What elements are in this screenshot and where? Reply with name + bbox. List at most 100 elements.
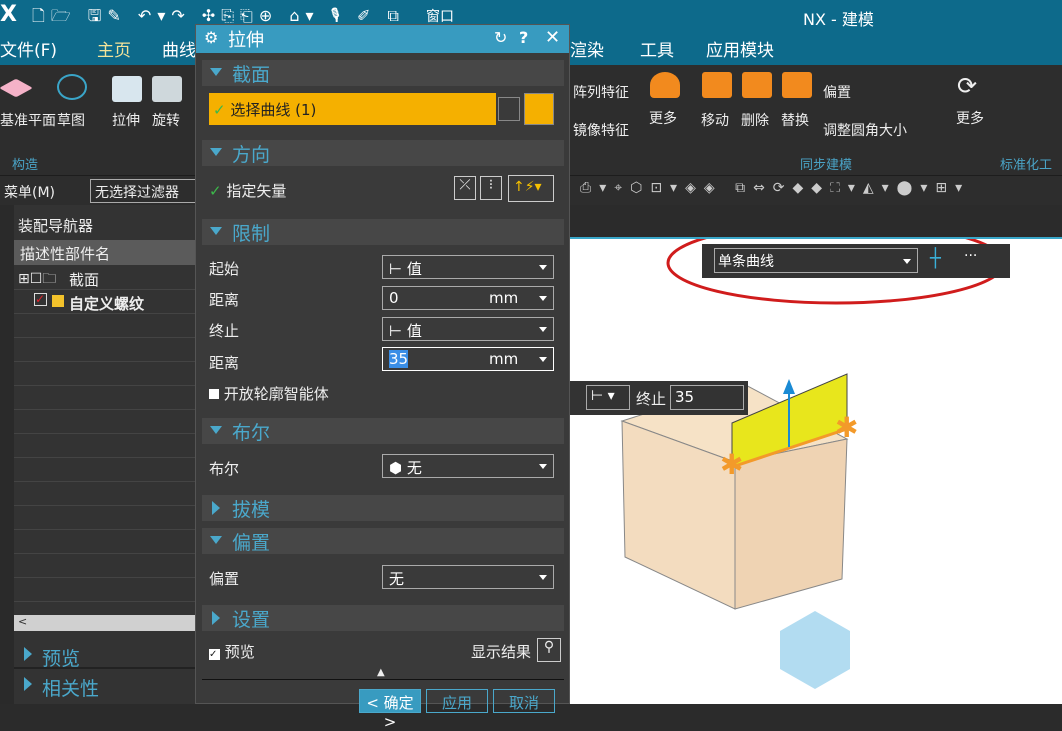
tree-item[interactable]: ⊞☐🗀 截面 <box>14 266 195 290</box>
end-type-dropdown[interactable]: ⊢ 值 <box>382 317 554 341</box>
window-title: NX - 建模 <box>803 10 874 29</box>
ribbon-move[interactable]: 移动 <box>701 110 729 130</box>
more-options-icon[interactable]: ··· <box>964 248 977 264</box>
menu-app-modules[interactable]: 应用模块 <box>706 36 774 61</box>
open-profile-checkbox[interactable]: 开放轮廓智能体 <box>209 383 329 404</box>
curve-icon[interactable] <box>524 93 554 125</box>
ribbon-offset[interactable]: 偏置 <box>823 82 851 102</box>
ribbon-more-1[interactable]: 更多 <box>649 108 677 128</box>
ribbon-pattern-feature[interactable]: 阵列特征 <box>573 82 629 102</box>
ribbon-sketch[interactable]: 草图 <box>57 110 85 130</box>
part-icon <box>52 295 64 307</box>
section-header-draft[interactable]: 拔模 <box>202 495 564 521</box>
nav-title: 装配导航器 <box>18 217 94 235</box>
curve-rule-bar: 单条曲线 ┼ ··· <box>702 244 1010 278</box>
tree-item-label: 自定义螺纹 <box>69 295 145 313</box>
panel-dependencies[interactable]: 相关性 <box>14 671 195 700</box>
group-std-label: 标准化工 <box>1000 158 1053 173</box>
end-label: 终止 <box>209 322 240 340</box>
help-icon[interactable]: ? <box>519 28 528 47</box>
tree-item-label: 截面 <box>69 271 100 289</box>
extrude-dialog: ⚙ 拉伸 ↻ ? ✕ 截面 ✓ 选择曲线 (1) 方向 ✓ 指定矢量 ⤫ ⁝ ↑… <box>195 24 570 731</box>
window-menu[interactable]: 窗口 <box>426 6 454 26</box>
section-header-boolean[interactable]: 布尔 <box>202 418 564 444</box>
move-face-icon <box>702 72 732 98</box>
limit-type-dropdown[interactable]: ⊢ ▾ <box>586 385 630 410</box>
panel-preview[interactable]: 预览 <box>14 641 195 670</box>
menu-home[interactable]: 主页 <box>95 36 133 67</box>
delete-face-icon <box>742 72 772 98</box>
ribbon-resize-blend[interactable]: 调整圆角大小 <box>823 120 907 140</box>
menu-render[interactable]: 渲染 <box>570 36 604 61</box>
ribbon-datum-plane[interactable]: 基准平面 <box>0 110 56 130</box>
box-right-face <box>734 438 848 610</box>
horizontal-scrollbar[interactable]: < <box>14 615 195 631</box>
expand-folder-icon[interactable]: ⊞☐🗀 <box>18 268 56 292</box>
more-features-icon <box>650 72 680 98</box>
start-type-dropdown[interactable]: ⊢ 值 <box>382 255 554 279</box>
endpoint-marker: ✱ <box>720 448 743 481</box>
collapse-arrow-icon[interactable]: ▲ <box>377 667 385 678</box>
boolean-dropdown[interactable]: ⬢ 无 <box>382 454 554 478</box>
tree-item[interactable]: ✓ 自定义螺纹 <box>14 290 195 314</box>
start-distance-input[interactable]: 0 mm <box>382 286 554 310</box>
column-header[interactable]: 描述性部件名 <box>14 240 195 265</box>
endpoint-marker: ✱ <box>835 411 858 444</box>
preview-checkbox[interactable]: ✓ 预览 <box>209 641 255 662</box>
graphics-viewport[interactable]: ✱ ✱ 单条曲线 ┼ ··· ⊢ ▾ 终止 35 <box>570 237 1062 704</box>
section-header-offset[interactable]: 偏置 <box>202 528 564 554</box>
gear-icon[interactable]: ⚙ <box>204 28 218 47</box>
checkbox-checked-icon[interactable]: ✓ <box>34 293 47 306</box>
section-header-section[interactable]: 截面 <box>202 60 564 86</box>
view-tool-icons[interactable]: ⎙▾⌖⬡⊡▾◈◈ ⧉⇔⟳◆◆⛶▾◭▾⬤▾⊞▾ <box>580 180 970 196</box>
dialog-title: 拉伸 <box>228 30 264 51</box>
vector-type-dropdown[interactable]: ↑⚡▾ <box>508 175 554 202</box>
ribbon-extrude[interactable]: 拉伸 <box>112 110 140 130</box>
extrude-icon <box>112 76 142 102</box>
end-distance-input[interactable]: 35 mm <box>382 347 554 371</box>
selection-filter[interactable]: 无选择过滤器 <box>90 179 200 203</box>
menu-file[interactable]: 文件(F) <box>0 36 57 61</box>
curve-rule-dropdown[interactable]: 单条曲线 <box>714 248 918 273</box>
select-curve-row[interactable]: ✓ 选择曲线 (1) <box>209 93 496 125</box>
refresh-icon: ⟳ <box>957 72 978 100</box>
vector-dialog-icon[interactable]: ⁝ <box>480 176 502 200</box>
replace-face-icon <box>782 72 812 98</box>
menu-button[interactable]: 菜单(M) <box>4 182 55 202</box>
assembly-navigator: 装配导航器 描述性部件名 ⊞☐🗀 截面 ✓ 自定义螺纹 < 预览 相关性 <box>14 205 195 704</box>
dialog-title-bar[interactable]: ⚙ 拉伸 ↻ ? ✕ <box>196 25 569 53</box>
menu-tools[interactable]: 工具 <box>640 36 674 61</box>
ribbon-delete[interactable]: 删除 <box>741 110 769 130</box>
end-label: 终止 <box>636 390 667 408</box>
cancel-button[interactable]: 取消 <box>493 689 555 713</box>
end-distance-label: 距离 <box>209 354 240 372</box>
offset-dropdown[interactable]: 无 <box>382 565 554 589</box>
reverse-direction-icon[interactable]: ⤫ <box>454 176 476 200</box>
intersection-icon[interactable]: ┼ <box>930 248 941 269</box>
start-label: 起始 <box>209 260 240 278</box>
close-icon[interactable]: ✕ <box>545 27 560 48</box>
group-construct-label: 构造 <box>12 158 39 173</box>
ribbon-more-2[interactable]: 更多 <box>956 108 984 128</box>
section-header-direction[interactable]: 方向 <box>202 140 564 166</box>
sketch-section-icon[interactable] <box>498 97 520 121</box>
offset-label: 偏置 <box>209 570 240 588</box>
ribbon-mirror-feature[interactable]: 镜像特征 <box>573 120 629 140</box>
end-value-input[interactable]: 35 <box>670 385 744 410</box>
specify-vector-label[interactable]: ✓ 指定矢量 <box>209 180 286 201</box>
resource-bar[interactable] <box>0 205 14 704</box>
reset-icon[interactable]: ↻ <box>494 28 507 47</box>
group-sync-label: 同步建模 <box>800 158 853 173</box>
section-header-limits[interactable]: 限制 <box>202 219 564 245</box>
view-cube-icon <box>780 611 850 689</box>
ribbon-revolve[interactable]: 旋转 <box>152 110 180 130</box>
vector-arrowhead <box>783 379 795 394</box>
ok-button[interactable]: < 确定 > <box>359 689 421 731</box>
onscreen-input-bar: ⊢ ▾ 终止 35 <box>570 381 748 415</box>
show-result-label: 显示结果 <box>471 643 532 661</box>
section-header-settings[interactable]: 设置 <box>202 605 564 631</box>
apply-button[interactable]: 应用 <box>426 689 488 713</box>
ribbon-replace[interactable]: 替换 <box>781 110 809 130</box>
magnifier-icon[interactable]: ⚲ <box>537 638 561 662</box>
menu-curve[interactable]: 曲线 <box>162 36 196 61</box>
